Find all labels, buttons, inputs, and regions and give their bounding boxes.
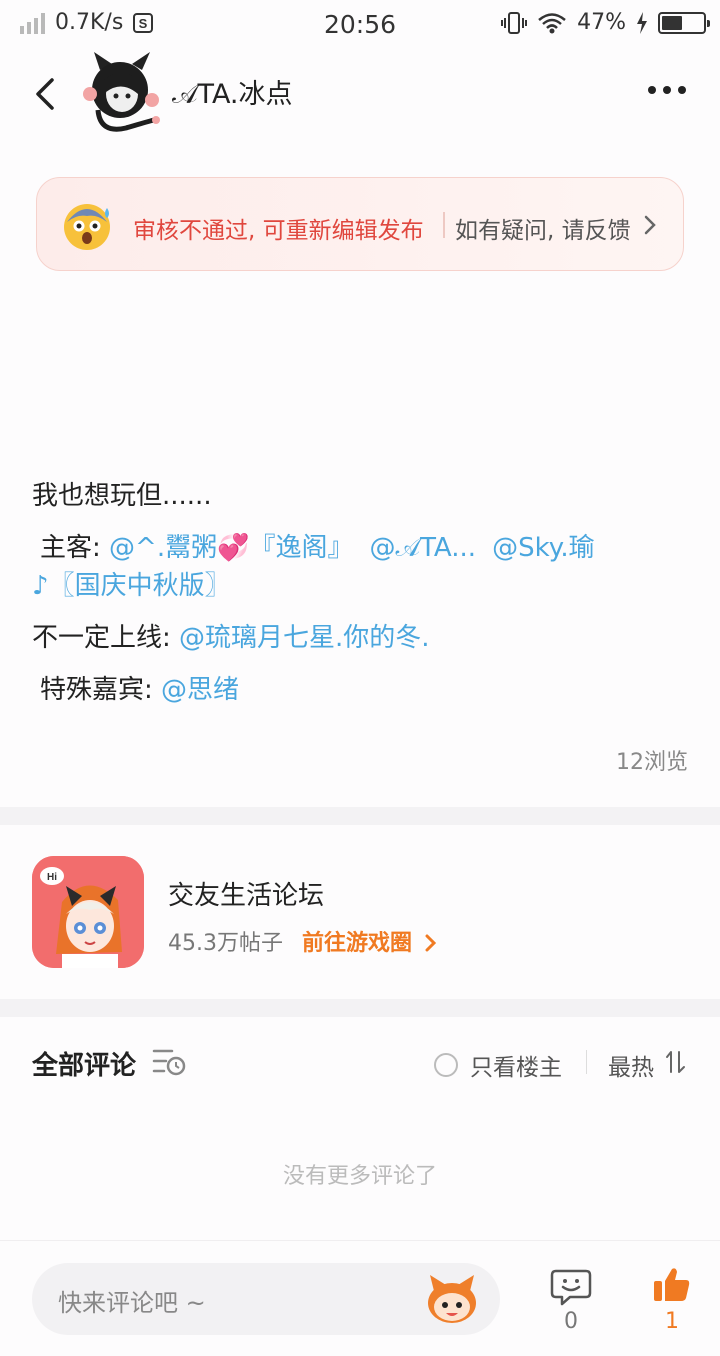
comment-button[interactable] (548, 1267, 594, 1311)
special-guest-label: 特殊嘉宾: (40, 675, 162, 705)
forum-avatar[interactable]: Hi (32, 856, 144, 968)
divider (443, 212, 445, 238)
battery-percent: 47% (577, 10, 626, 35)
post-header: 𝒜TA.冰点 (0, 50, 720, 140)
goto-forum-label: 前往游戏圈 (302, 931, 413, 956)
radio-button[interactable] (434, 1053, 458, 1077)
post-line: 我也想玩但...... (32, 481, 212, 511)
more-icon[interactable] (648, 86, 686, 94)
sort-button[interactable]: 最热 (608, 1048, 654, 1082)
view-count: 12浏览 (616, 750, 688, 775)
post-line: 特殊嘉宾: @思绪 (32, 666, 692, 714)
comment-placeholder: 快来评论吧 ~ (58, 1289, 206, 1317)
no-more-comments: 没有更多评论了 (282, 1164, 437, 1189)
back-icon[interactable] (28, 74, 64, 114)
feedback-link[interactable]: 如有疑问, 请反馈 (455, 211, 631, 245)
maybe-online-label: 不一定上线: (32, 623, 180, 653)
host-label: 主客: (40, 533, 110, 563)
charging-icon (637, 11, 647, 34)
author-name[interactable]: 𝒜TA.冰点 (172, 72, 293, 111)
review-banner[interactable]: 审核不通过, 可重新编辑发布 如有疑问, 请反馈 (36, 177, 684, 271)
forum-post-count: 45.3万帖子 (168, 931, 283, 956)
mention-link[interactable]: @^.鬻粥💞『逸阁』 (109, 533, 353, 563)
comment-count: 0 (564, 1309, 578, 1334)
vibrate-icon (501, 11, 528, 34)
avatar[interactable] (80, 50, 162, 134)
filter-icon[interactable] (152, 1047, 186, 1077)
section-divider (0, 999, 720, 1017)
only-author-label: 只看楼主 (470, 1055, 562, 1081)
comments-title: 全部评论 (32, 1051, 137, 1081)
like-button[interactable] (652, 1265, 692, 1309)
forum-name[interactable]: 交友生活论坛 (168, 875, 324, 912)
mention-link[interactable]: @Sky.瑜 (492, 533, 595, 563)
post-body: 我也想玩但...... 主客: @^.鬻粥💞『逸阁』 @𝒜TA... @Sky.瑜 … (32, 472, 692, 714)
sort-icon[interactable] (664, 1050, 688, 1074)
divider (586, 1050, 587, 1074)
chevron-right-icon (425, 934, 436, 952)
like-count: 1 (665, 1309, 679, 1334)
shocked-face-icon (64, 204, 110, 250)
chevron-right-icon (644, 215, 656, 235)
wifi-icon (538, 12, 566, 33)
thumbs-up-icon (654, 1268, 690, 1301)
bottom-bar: 快来评论吧 ~ 0 1 (0, 1240, 720, 1356)
review-status-text: 审核不通过, 可重新编辑发布 (133, 218, 424, 244)
goto-forum-link[interactable]: 前往游戏圈 (302, 925, 438, 957)
mention-link[interactable]: @思绪 (161, 675, 239, 705)
forum-card[interactable]: Hi 交友生活论坛 45.3万帖子 前往游戏圈 (0, 825, 720, 999)
comment-input[interactable]: 快来评论吧 ~ (32, 1263, 500, 1335)
mention-link[interactable]: @𝒜TA... (369, 533, 476, 563)
comment-icon (550, 1269, 592, 1306)
status-bar: 0.7K/s S 20:56 47% (0, 0, 720, 50)
battery-icon (658, 11, 710, 34)
post-line: 不一定上线: @琉璃月七星.你的冬. (32, 614, 692, 662)
only-author-toggle[interactable]: 只看楼主 (434, 1048, 562, 1082)
section-divider (0, 807, 720, 825)
emoji-icon[interactable] (424, 1271, 480, 1327)
mention-link[interactable]: @琉璃月七星.你的冬. (179, 623, 430, 653)
svg-text:Hi: Hi (47, 872, 57, 883)
